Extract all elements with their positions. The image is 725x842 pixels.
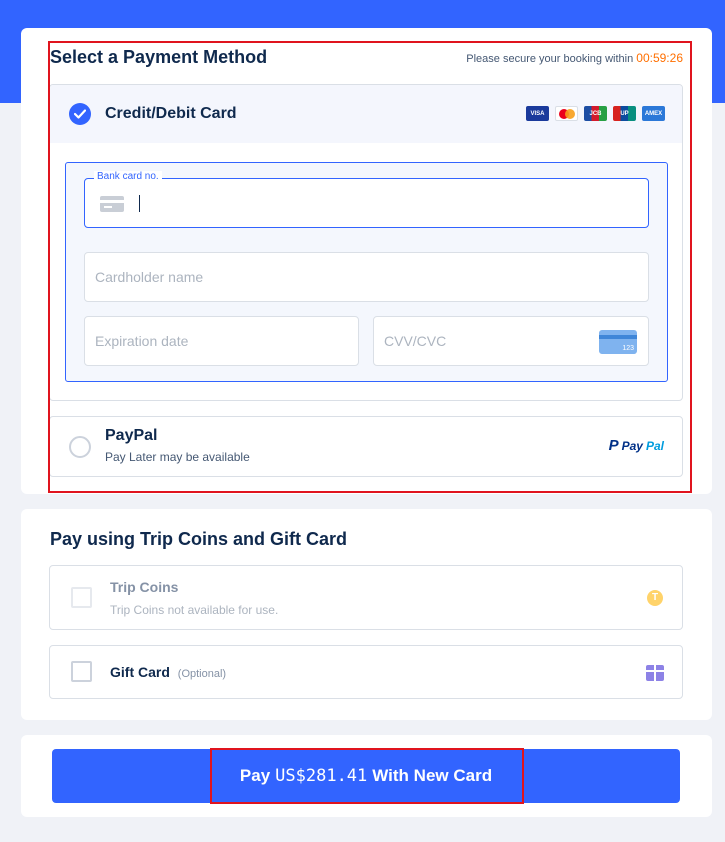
visa-logo-icon: VISA	[526, 106, 549, 121]
gift-card-checkbox[interactable]	[71, 661, 92, 682]
card-brand-logos: VISA JCB UP AMEX	[526, 106, 665, 121]
card-form: Bank card no. Cardholder name Expiration…	[65, 162, 668, 382]
text-cursor	[139, 195, 140, 212]
trip-coins-option: Trip Coins Trip Coins not available for …	[49, 565, 683, 630]
trip-coins-label: Trip Coins	[110, 579, 179, 595]
bank-card-number-field[interactable]: Bank card no.	[84, 171, 649, 228]
bank-card-label: Bank card no.	[94, 171, 162, 182]
cvv-card-icon: 123	[599, 330, 637, 354]
timer-value: 00:59:26	[636, 51, 683, 65]
payment-method-title: Select a Payment Method	[50, 47, 268, 67]
trip-coins-checkbox	[71, 587, 92, 608]
payment-method-card: Select a Payment Method Please secure yo…	[21, 28, 712, 494]
gift-icon	[646, 665, 664, 681]
gift-card-label: Gift Card (Optional)	[110, 664, 227, 680]
pay-prefix: Pay	[239, 766, 271, 785]
unionpay-logo-icon: UP	[613, 106, 636, 121]
gift-card-option[interactable]: Gift Card (Optional)	[49, 645, 683, 699]
cvv-field[interactable]: CVV/CVC 123	[373, 316, 649, 366]
coins-gift-title: Pay using Trip Coins and Gift Card	[50, 529, 348, 549]
paypal-sublabel: Pay Later may be available	[105, 450, 250, 464]
cvv-icon-text: 123	[622, 345, 634, 352]
cardholder-placeholder: Cardholder name	[95, 269, 204, 285]
paypal-option[interactable]: PayPal Pay Later may be available P Pay Pa…	[49, 416, 683, 477]
expiration-placeholder: Expiration date	[95, 333, 189, 349]
paypal-radio[interactable]	[69, 436, 91, 458]
mastercard-logo-icon	[555, 106, 578, 121]
pay-section: Pay US$281.41 With New Card	[21, 735, 712, 817]
cardholder-name-field[interactable]: Cardholder name	[84, 252, 649, 302]
coins-gift-card-section: Pay using Trip Coins and Gift Card Trip …	[21, 509, 712, 720]
paypal-logo-icon: P Pay Pal	[608, 437, 664, 454]
selected-check-icon[interactable]	[69, 103, 91, 125]
amex-logo-icon: AMEX	[642, 106, 665, 121]
pay-button[interactable]: Pay US$281.41 With New Card	[52, 749, 680, 803]
pay-amount: US$281.41	[275, 766, 368, 786]
timer-prefix: Please secure your booking within	[466, 53, 634, 65]
credit-card-option-header[interactable]: Credit/Debit Card VISA JCB UP AMEX	[50, 85, 682, 143]
booking-timer: Please secure your booking within 00:59:…	[466, 51, 683, 65]
credit-card-label: Credit/Debit Card	[105, 105, 237, 122]
trip-coins-sublabel: Trip Coins not available for use.	[110, 603, 279, 617]
paypal-label: PayPal	[105, 427, 158, 444]
trip-coin-icon: T	[647, 590, 663, 606]
pay-suffix: With New Card	[372, 766, 493, 785]
credit-card-icon	[100, 196, 124, 212]
expiration-date-field[interactable]: Expiration date	[84, 316, 359, 366]
gift-card-optional: (Optional)	[177, 668, 227, 680]
jcb-logo-icon: JCB	[584, 106, 607, 121]
cvv-placeholder: CVV/CVC	[384, 333, 447, 349]
